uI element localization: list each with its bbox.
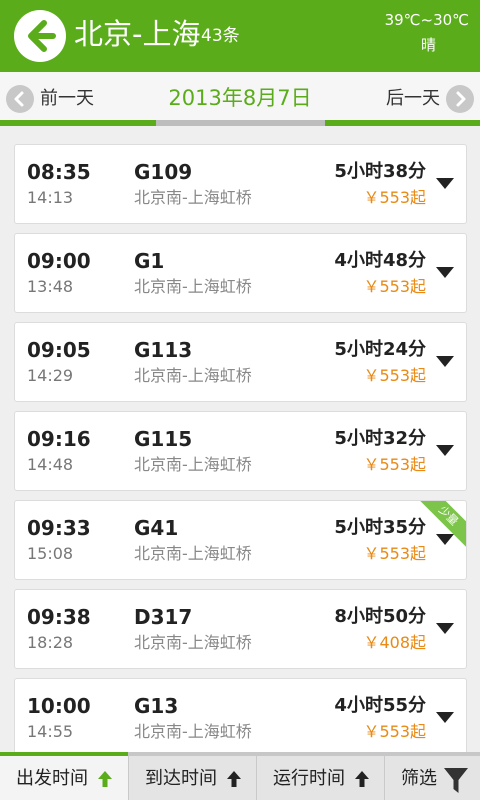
arrival-time: 14:55 xyxy=(27,722,74,741)
train-row[interactable]: 09:16 14:48 G115 北京南-上海虹桥 5小时32分 ￥553起 xyxy=(14,411,467,491)
sort-tab-bar: 出发时间 到达时间 运行时间 筛选 xyxy=(0,752,480,800)
train-row[interactable]: 少量 09:33 15:08 G41 北京南-上海虹桥 5小时35分 ￥553起 xyxy=(14,500,467,580)
station-route: 北京南-上海虹桥 xyxy=(134,544,252,563)
chevron-right-icon xyxy=(446,85,474,113)
sort-up-arrow-icon xyxy=(355,771,369,787)
expand-triangle-icon[interactable] xyxy=(436,712,454,724)
station-route: 北京南-上海虹桥 xyxy=(134,633,252,652)
station-route: 北京南-上海虹桥 xyxy=(134,722,252,741)
arrival-time: 14:13 xyxy=(27,188,74,207)
tab-label: 运行时间 xyxy=(273,768,345,789)
train-row[interactable]: 09:38 18:28 D317 北京南-上海虹桥 8小时50分 ￥408起 xyxy=(14,589,467,669)
departure-time: 09:33 xyxy=(27,516,91,540)
train-list[interactable]: 08:35 14:13 G109 北京南-上海虹桥 5小时38分 ￥553起 0… xyxy=(0,126,480,752)
travel-duration: 5小时32分 xyxy=(334,428,426,449)
station-route: 北京南-上海虹桥 xyxy=(134,366,252,385)
train-row[interactable]: 09:05 14:29 G113 北京南-上海虹桥 5小时24分 ￥553起 xyxy=(14,322,467,402)
departure-time: 09:00 xyxy=(27,249,91,273)
tab-filter[interactable]: 筛选 xyxy=(384,752,480,800)
arrival-time: 14:29 xyxy=(27,366,74,385)
expand-triangle-icon[interactable] xyxy=(436,623,454,635)
back-arrow-icon xyxy=(28,20,56,52)
arrival-time: 14:48 xyxy=(27,455,74,474)
arrival-time: 18:28 xyxy=(27,633,74,652)
travel-duration: 8小时50分 xyxy=(334,606,426,627)
train-number: G115 xyxy=(134,427,193,451)
ticket-price: ￥553起 xyxy=(363,188,426,207)
train-number: G109 xyxy=(134,160,193,184)
train-row[interactable]: 09:00 13:48 G1 北京南-上海虹桥 4小时48分 ￥553起 xyxy=(14,233,467,313)
departure-time: 09:16 xyxy=(27,427,91,451)
expand-triangle-icon[interactable] xyxy=(436,178,454,190)
ticket-price: ￥553起 xyxy=(363,366,426,385)
tab-run-time[interactable]: 运行时间 xyxy=(256,752,384,800)
filter-funnel-icon xyxy=(444,768,468,793)
weather-condition: 晴 xyxy=(420,36,436,54)
train-row[interactable]: 10:00 14:55 G13 北京南-上海虹桥 4小时55分 ￥553起 xyxy=(14,678,467,752)
ticket-price: ￥553起 xyxy=(363,544,426,563)
next-day-label: 后一天 xyxy=(386,88,440,109)
tab-label: 出发时间 xyxy=(16,768,88,789)
departure-time: 08:35 xyxy=(27,160,91,184)
train-count: 43条 xyxy=(201,26,240,46)
station-route: 北京南-上海虹桥 xyxy=(134,277,252,296)
tab-departure-time[interactable]: 出发时间 xyxy=(0,752,128,800)
train-number: G41 xyxy=(134,516,179,540)
travel-duration: 5小时38分 xyxy=(334,161,426,182)
train-number: D317 xyxy=(134,605,193,629)
header-bar: 北京-上海 43条 39℃~30℃ 晴 xyxy=(0,0,480,72)
travel-duration: 5小时24分 xyxy=(334,339,426,360)
departure-time: 09:05 xyxy=(27,338,91,362)
weather-temperature: 39℃~30℃ xyxy=(384,11,469,29)
train-row[interactable]: 08:35 14:13 G109 北京南-上海虹桥 5小时38分 ￥553起 xyxy=(14,144,467,224)
route-title: 北京-上海 xyxy=(74,17,201,51)
departure-time: 10:00 xyxy=(27,694,91,718)
tab-label: 筛选 xyxy=(401,768,437,789)
expand-triangle-icon[interactable] xyxy=(436,534,454,546)
train-number: G13 xyxy=(134,694,179,718)
back-button[interactable] xyxy=(14,10,66,62)
train-number: G1 xyxy=(134,249,165,273)
sort-up-arrow-icon xyxy=(227,771,241,787)
station-route: 北京南-上海虹桥 xyxy=(134,188,252,207)
travel-duration: 4小时55分 xyxy=(334,695,426,716)
tab-label: 到达时间 xyxy=(145,768,217,789)
expand-triangle-icon[interactable] xyxy=(436,356,454,368)
next-day-button[interactable]: 后一天 xyxy=(364,84,474,114)
expand-triangle-icon[interactable] xyxy=(436,445,454,457)
travel-duration: 4小时48分 xyxy=(334,250,426,271)
ticket-price: ￥553起 xyxy=(363,722,426,741)
tab-arrival-time[interactable]: 到达时间 xyxy=(128,752,256,800)
expand-triangle-icon[interactable] xyxy=(436,267,454,279)
station-route: 北京南-上海虹桥 xyxy=(134,455,252,474)
ticket-price: ￥408起 xyxy=(363,633,426,652)
departure-time: 09:38 xyxy=(27,605,91,629)
train-number: G113 xyxy=(134,338,193,362)
ticket-price: ￥553起 xyxy=(363,277,426,296)
ticket-price: ￥553起 xyxy=(363,455,426,474)
sort-up-arrow-icon xyxy=(98,771,112,787)
date-navigation: 前一天 2013年8月7日 后一天 xyxy=(0,72,480,126)
arrival-time: 13:48 xyxy=(27,277,74,296)
arrival-time: 15:08 xyxy=(27,544,74,563)
travel-duration: 5小时35分 xyxy=(334,517,426,538)
